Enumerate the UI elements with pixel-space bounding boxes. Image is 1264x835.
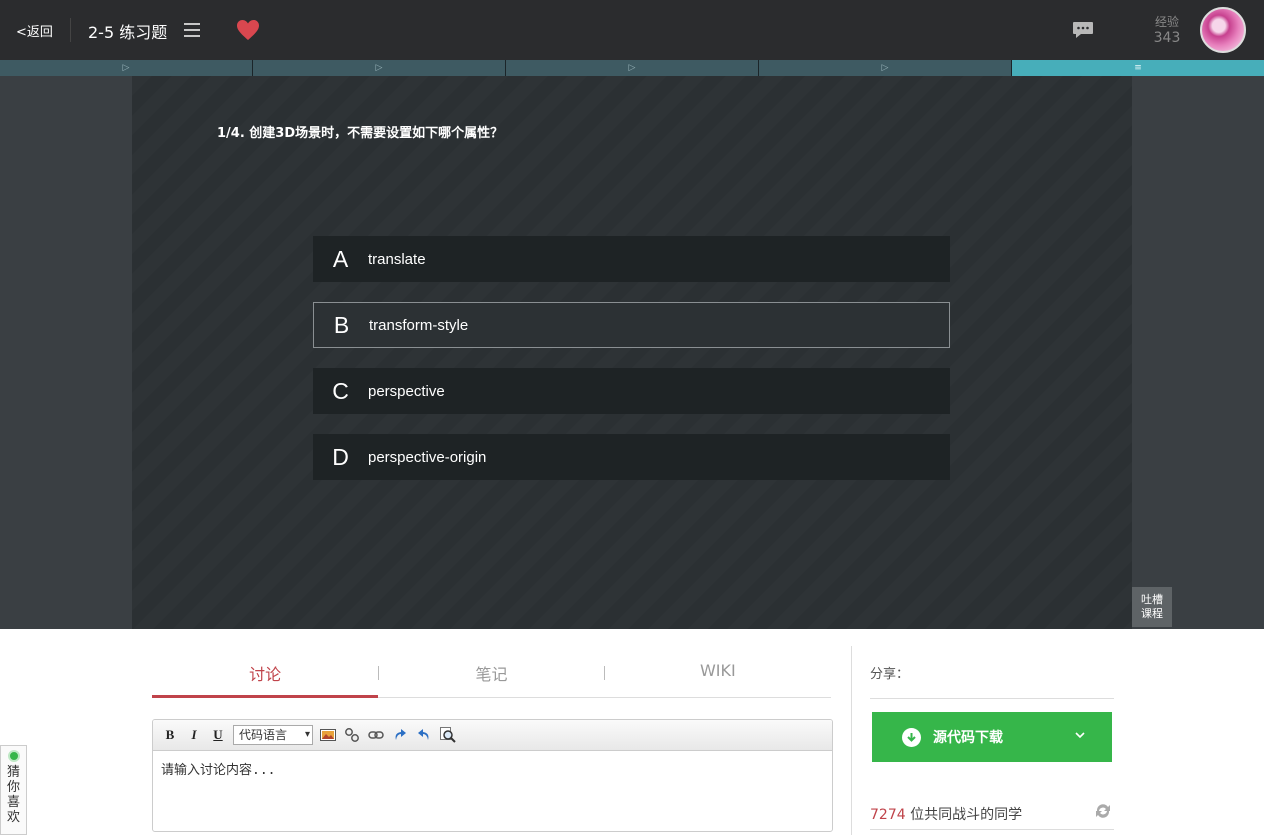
tab-notes[interactable]: 笔记	[378, 646, 604, 697]
back-link[interactable]: <返回	[16, 21, 53, 40]
experience-counter: 经验 343	[1150, 13, 1184, 46]
quiz-stage: 1/4. 创建3D场景时，不需要设置如下哪个属性？ A translate B …	[0, 76, 1264, 629]
discussion-editor: B I U 代码语言 请输入讨论内容...	[152, 719, 833, 832]
option-letter: C	[332, 377, 349, 404]
option-text: transform-style	[369, 316, 469, 334]
download-label: 源代码下载	[933, 730, 1003, 746]
page-title: 2-5 练习题	[88, 23, 168, 42]
option-d[interactable]: D perspective-origin	[313, 434, 950, 480]
sidebar-divider	[851, 646, 852, 835]
peers-text: 位共同战斗的同学	[910, 807, 1023, 823]
question-text: 1/4. 创建3D场景时，不需要设置如下哪个属性？	[217, 126, 504, 141]
tab-discussion[interactable]: 讨论	[152, 646, 379, 698]
peers-count: 7274	[870, 807, 906, 823]
top-bar: <返回 2-5 练习题 经验 343	[0, 0, 1264, 60]
option-c[interactable]: C perspective	[313, 368, 950, 414]
step-1[interactable]: ▷	[0, 60, 253, 76]
feedback-label-2: 课程	[1141, 607, 1163, 620]
share-label: 分享：	[870, 667, 910, 682]
redo-icon[interactable]	[391, 726, 409, 744]
status-dot-icon	[7, 750, 20, 762]
option-a[interactable]: A translate	[313, 236, 950, 282]
undo-icon[interactable]	[415, 726, 433, 744]
tab-wiki[interactable]: WIKI	[605, 646, 831, 697]
guess-char: 猜	[6, 765, 20, 780]
discussion-input[interactable]: 请输入讨论内容...	[153, 751, 832, 786]
guess-char: 欢	[6, 810, 20, 825]
link-icon[interactable]	[367, 726, 385, 744]
option-text: perspective	[368, 382, 445, 400]
experience-value: 343	[1153, 30, 1181, 46]
image-icon[interactable]	[319, 726, 337, 744]
quiz-panel: 1/4. 创建3D场景时，不需要设置如下哪个属性？ A translate B …	[132, 76, 1132, 629]
option-b[interactable]: B transform-style	[313, 302, 950, 348]
feedback-button[interactable]: 吐槽 课程	[1132, 587, 1172, 627]
guess-char: 你	[6, 780, 20, 795]
guess-char: 喜	[6, 795, 20, 810]
heart-icon[interactable]	[236, 19, 260, 41]
avatar[interactable]	[1200, 7, 1246, 53]
chevron-down-icon	[1075, 732, 1085, 739]
header-divider	[70, 18, 71, 42]
step-2[interactable]: ▷	[253, 60, 506, 76]
share-divider	[870, 698, 1114, 699]
content-tabs: 讨论 笔记 WIKI	[152, 646, 831, 698]
source-download-button[interactable]: 源代码下载	[872, 712, 1112, 762]
feedback-label-1: 吐槽	[1141, 593, 1163, 606]
option-letter: A	[332, 245, 349, 272]
tab-divider	[604, 666, 605, 680]
peers-divider	[870, 829, 1114, 830]
menu-icon[interactable]	[184, 23, 200, 37]
tab-divider	[378, 666, 379, 680]
code-language-select[interactable]: 代码语言	[233, 725, 313, 745]
bold-button[interactable]: B	[161, 726, 179, 744]
option-letter: B	[333, 311, 350, 338]
chat-icon[interactable]	[1072, 20, 1094, 40]
editor-toolbar: B I U 代码语言	[153, 720, 832, 751]
option-letter: D	[332, 443, 349, 470]
preview-search-icon[interactable]	[439, 726, 457, 744]
experience-label: 经验	[1154, 15, 1179, 29]
guess-you-like-tab[interactable]: 猜 你 喜 欢	[0, 745, 27, 835]
step-current[interactable]: ≡	[1012, 60, 1264, 76]
italic-button[interactable]: I	[185, 726, 203, 744]
peers-count-line: 7274 位共同战斗的同学	[870, 804, 1022, 824]
step-4[interactable]: ▷	[759, 60, 1012, 76]
option-text: perspective-origin	[368, 448, 487, 466]
unlink-icon[interactable]	[343, 726, 361, 744]
option-text: translate	[368, 250, 426, 268]
step-3[interactable]: ▷	[506, 60, 759, 76]
download-icon	[902, 727, 921, 747]
underline-button[interactable]: U	[209, 726, 227, 744]
question-progress: ▷ ▷ ▷ ▷ ≡	[0, 60, 1264, 76]
refresh-icon[interactable]	[1094, 802, 1112, 820]
